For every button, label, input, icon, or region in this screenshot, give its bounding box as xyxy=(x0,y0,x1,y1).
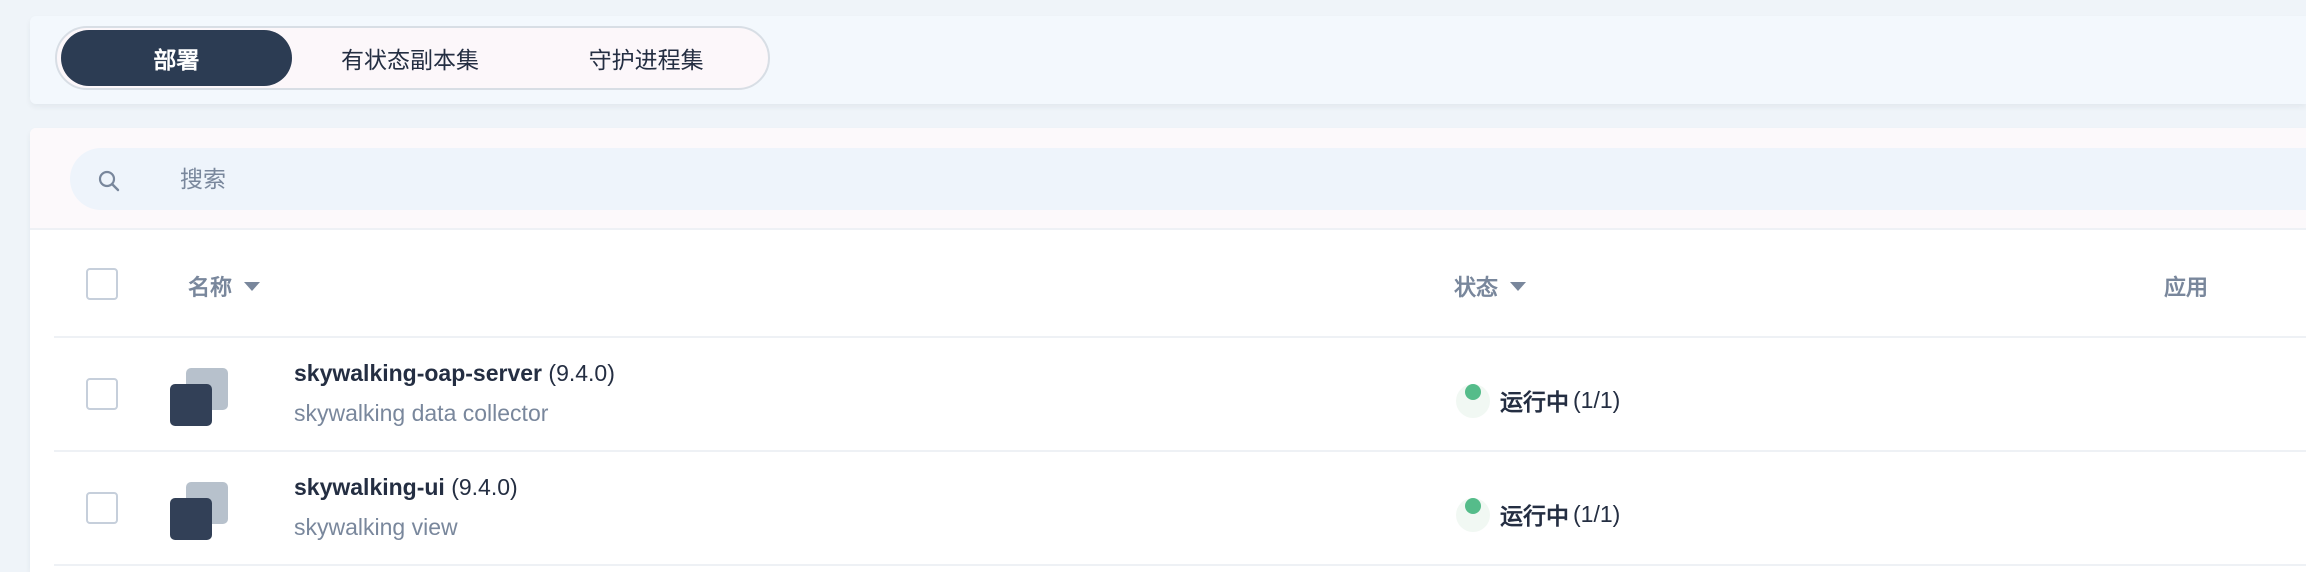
workload-name[interactable]: skywalking-ui (9.4.0) xyxy=(294,474,518,501)
tab-deployments[interactable]: 部署 xyxy=(61,30,292,86)
status-cell: 运行中 (1/1) xyxy=(1454,380,1620,420)
workload-list-card: 名称 状态 应用 skywalking-oap-server (9.4.0) s… xyxy=(30,128,2306,572)
column-header-app-label: 应用 xyxy=(2164,275,2209,300)
status-indicator xyxy=(1454,494,1494,534)
table-row: skywalking-ui (9.4.0) skywalking view 运行… xyxy=(54,452,2306,566)
table-header: 名称 状态 应用 xyxy=(54,230,2306,338)
workload-name[interactable]: skywalking-oap-server (9.4.0) xyxy=(294,360,615,387)
column-header-name[interactable]: 名称 xyxy=(188,270,261,302)
running-dot-icon xyxy=(1465,384,1481,400)
workload-description: skywalking view xyxy=(294,514,458,540)
workload-name-text: skywalking-oap-server xyxy=(294,360,543,386)
workload-version: (9.4.0) xyxy=(548,360,615,386)
row-checkbox[interactable] xyxy=(86,378,118,410)
replica-count: (1/1) xyxy=(1573,386,1621,413)
deployment-icon xyxy=(170,368,228,426)
column-header-status[interactable]: 状态 xyxy=(1454,270,1527,302)
row-checkbox[interactable] xyxy=(86,492,118,524)
status-text: 运行中 xyxy=(1500,503,1569,529)
select-all-checkbox[interactable] xyxy=(86,268,118,300)
status-cell: 运行中 (1/1) xyxy=(1454,494,1620,534)
workload-description: skywalking data collector xyxy=(294,400,549,426)
caret-down-icon xyxy=(1510,281,1527,291)
search-icon xyxy=(98,170,120,192)
status-indicator xyxy=(1454,380,1494,420)
column-header-name-label: 名称 xyxy=(188,275,233,300)
workload-name-text: skywalking-ui xyxy=(294,474,445,500)
workload-type-tabs-card: 部署 有状态副本集 守护进程集 xyxy=(30,16,2306,104)
tab-statefulsets[interactable]: 有状态副本集 xyxy=(292,30,529,86)
workload-type-tabs: 部署 有状态副本集 守护进程集 xyxy=(55,26,770,90)
search-input[interactable] xyxy=(180,148,1980,210)
running-dot-icon xyxy=(1465,498,1481,514)
status-text: 运行中 xyxy=(1500,389,1569,415)
table-row: skywalking-oap-server (9.4.0) skywalking… xyxy=(54,338,2306,452)
caret-down-icon xyxy=(244,281,261,291)
replica-count: (1/1) xyxy=(1573,500,1621,527)
search-toolbar xyxy=(30,128,2306,230)
column-header-app: 应用 xyxy=(2164,270,2208,302)
search-box[interactable] xyxy=(70,148,2306,210)
deployment-icon xyxy=(170,482,228,540)
column-header-status-label: 状态 xyxy=(1454,275,1499,300)
tab-daemonsets[interactable]: 守护进程集 xyxy=(528,30,764,86)
workload-version: (9.4.0) xyxy=(451,474,518,500)
